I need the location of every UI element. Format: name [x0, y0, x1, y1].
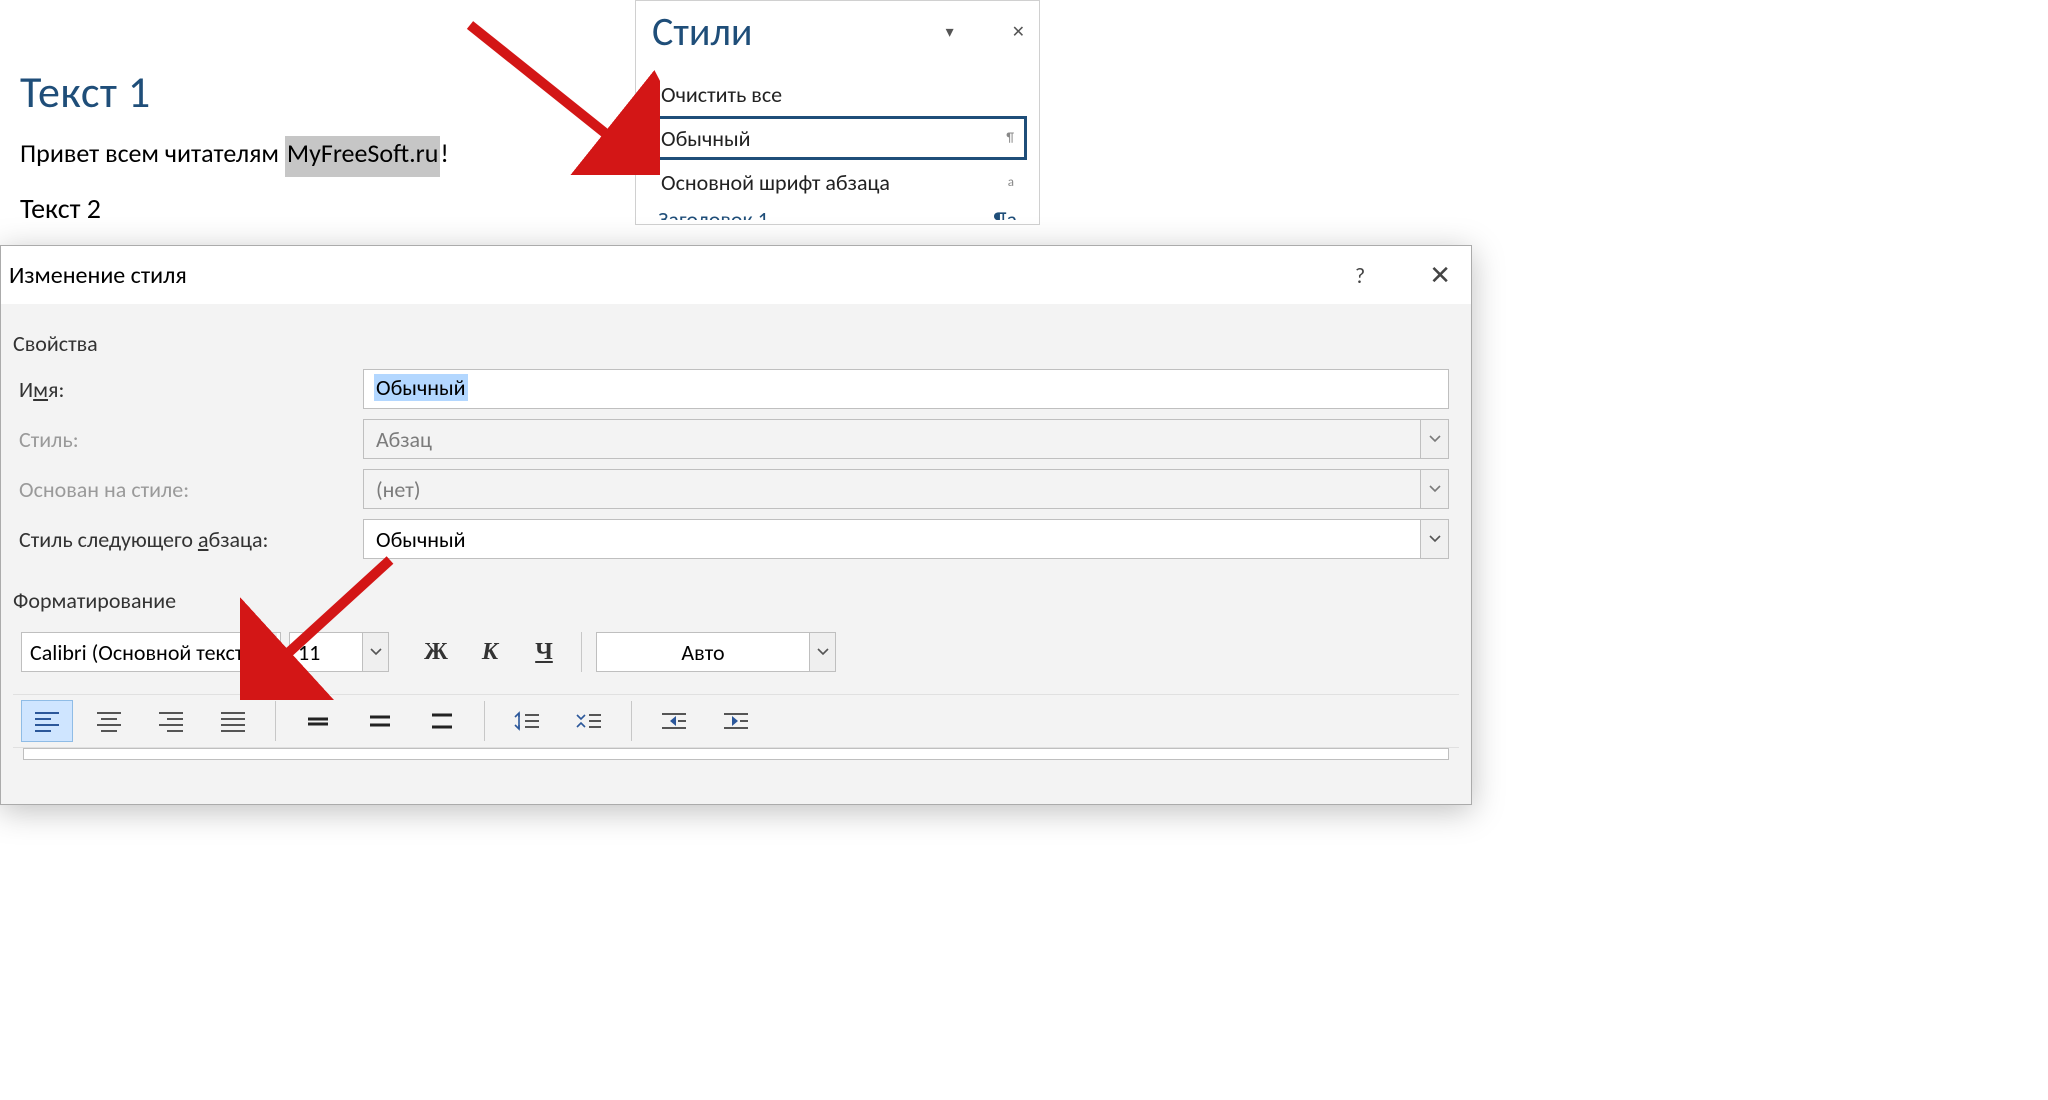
doc-paragraph-1: Привет всем читателям MyFreeSoft.ru! [20, 137, 600, 169]
doc-text: Привет всем читателям [20, 137, 285, 169]
dialog-body: Свойства Имя: Обычный Стиль: Абзац Основ… [1, 304, 1471, 804]
label-text-ul: м [33, 376, 48, 403]
line-spacing-1-5-button[interactable] [354, 700, 406, 742]
based-on-value: (нет) [364, 476, 432, 503]
space-before-decrease-button[interactable] [563, 700, 615, 742]
styles-item-tag: ¶ [1006, 131, 1014, 146]
styles-item-clear-all[interactable]: Очистить все [648, 72, 1027, 116]
close-icon[interactable]: ✕ [1012, 22, 1025, 42]
styles-item-label: Основной шрифт абзаца [661, 169, 890, 196]
doc-paragraph-2: Текст 2 [20, 191, 600, 226]
styles-item-label: Очистить все [661, 81, 782, 108]
based-on-label: Основан на стиле: [13, 476, 363, 503]
doc-selected-text[interactable]: MyFreeSoft.ru [285, 136, 441, 177]
modify-style-dialog: Изменение стиля ? ✕ Свойства Имя: Обычны… [0, 245, 1472, 805]
space-before-increase-button[interactable] [501, 700, 553, 742]
line-spacing-1-button[interactable] [292, 700, 344, 742]
chevron-down-icon[interactable] [1420, 520, 1448, 558]
section-formatting-label: Форматирование [13, 587, 1459, 614]
font-color-value: Авто [597, 639, 809, 666]
font-family-combo[interactable]: Calibri (Основной текст [21, 632, 281, 672]
name-input[interactable]: Обычный [363, 369, 1449, 409]
chevron-down-icon [1420, 470, 1448, 508]
next-style-combo[interactable]: Обычный [363, 519, 1449, 559]
styles-pane-options-icon[interactable]: ▾ [946, 22, 954, 42]
underline-button[interactable]: Ч [521, 632, 567, 672]
align-justify-button[interactable] [207, 700, 259, 742]
styles-item-tag: a [1008, 175, 1014, 190]
doc-heading-1: Текст 1 [20, 65, 600, 119]
close-button[interactable]: ✕ [1429, 259, 1451, 291]
doc-text: ! [440, 137, 448, 169]
chevron-down-icon[interactable] [251, 633, 277, 671]
formatting-toolbar: Calibri (Основной текст 11 Ж К Ч Авто [13, 632, 1459, 672]
style-type-combo: Абзац [363, 419, 1449, 459]
section-properties-label: Свойства [13, 330, 1459, 357]
line-spacing-2-button[interactable] [416, 700, 468, 742]
row-based-on: Основан на стиле: (нет) [13, 469, 1459, 509]
align-center-button[interactable] [83, 700, 135, 742]
styles-item-label: Заголовок 1 [658, 206, 769, 220]
styles-item-normal[interactable]: Обычный ¶ [648, 116, 1027, 160]
help-button[interactable]: ? [1355, 262, 1365, 289]
align-right-button[interactable] [145, 700, 197, 742]
style-type-label: Стиль: [13, 426, 363, 453]
label-text-ul: а [198, 526, 209, 553]
decrease-indent-button[interactable] [648, 700, 700, 742]
chevron-down-icon [1420, 420, 1448, 458]
italic-button[interactable]: К [467, 632, 513, 672]
dialog-title: Изменение стиля [9, 261, 187, 290]
separator [275, 701, 276, 741]
style-preview-box [23, 748, 1449, 760]
label-text: И [19, 376, 33, 403]
row-style-type: Стиль: Абзац [13, 419, 1459, 459]
separator [631, 701, 632, 741]
chevron-down-icon[interactable] [809, 633, 835, 671]
next-style-label: Стиль следующего абзаца: [13, 526, 363, 553]
row-next-style: Стиль следующего абзаца: Обычный [13, 519, 1459, 559]
separator [484, 701, 485, 741]
label-text: бзаца: [208, 526, 268, 553]
styles-pane: Стили ▾ ✕ Очистить все Обычный ¶ Основно… [635, 0, 1040, 225]
paragraph-toolbar [13, 694, 1459, 748]
styles-list: Очистить все Обычный ¶ Основной шрифт аб… [636, 72, 1039, 224]
styles-item-label: Обычный [661, 125, 751, 152]
based-on-combo: (нет) [363, 469, 1449, 509]
increase-indent-button[interactable] [710, 700, 762, 742]
document-area: Текст 1 Привет всем читателям MyFreeSoft… [20, 65, 600, 226]
styles-item-tag: ¶а [994, 206, 1017, 220]
styles-pane-header: Стили ▾ ✕ [636, 1, 1039, 72]
next-style-value: Обычный [364, 526, 478, 553]
bold-button[interactable]: Ж [413, 632, 459, 672]
style-type-value: Абзац [364, 426, 444, 453]
styles-item-heading1[interactable]: Заголовок 1 ¶а [648, 204, 1027, 220]
dialog-titlebar: Изменение стиля ? ✕ [1, 246, 1471, 304]
styles-item-default-font[interactable]: Основной шрифт абзаца a [648, 160, 1027, 204]
styles-pane-title: Стили [652, 7, 752, 56]
font-size-value: 11 [290, 639, 362, 666]
name-label: Имя: [13, 376, 363, 403]
align-left-button[interactable] [21, 700, 73, 742]
label-text: Стиль следующего [19, 526, 198, 553]
row-name: Имя: Обычный [13, 369, 1459, 409]
font-color-combo[interactable]: Авто [596, 632, 836, 672]
separator [581, 632, 582, 672]
label-text: я: [48, 376, 64, 403]
font-size-combo[interactable]: 11 [289, 632, 389, 672]
chevron-down-icon[interactable] [362, 633, 388, 671]
name-input-value: Обычный [374, 374, 468, 401]
font-family-value: Calibri (Основной текст [22, 639, 251, 666]
